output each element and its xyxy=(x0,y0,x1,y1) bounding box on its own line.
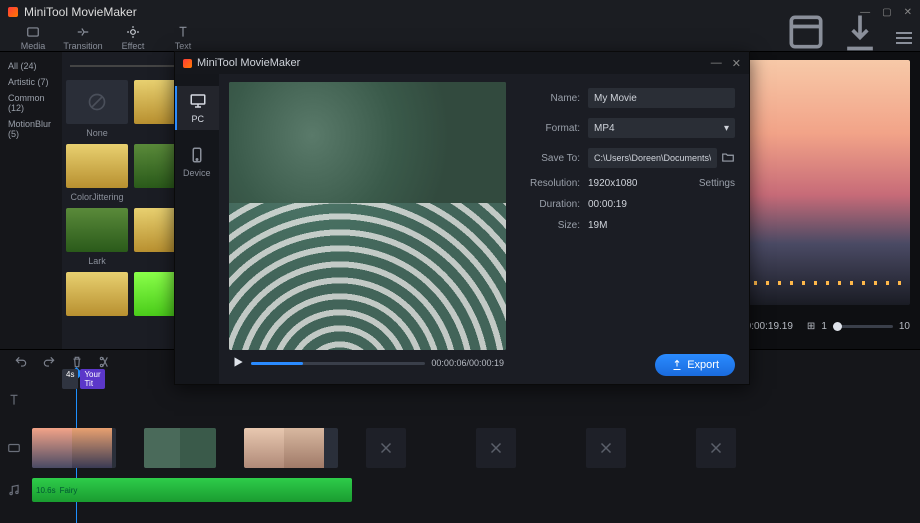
cat-motionblur[interactable]: MotionBlur (5) xyxy=(4,116,58,142)
effect-lark[interactable]: Lark xyxy=(66,208,128,266)
effect-cj-label: ColorJittering xyxy=(70,192,123,202)
effect-tab[interactable]: Effect xyxy=(108,25,158,51)
main-toolbar: Media Transition Effect Text Template Ex… xyxy=(0,24,920,52)
transport-time: 00:00:06/00:00:19 xyxy=(431,358,504,368)
name-input[interactable] xyxy=(588,88,735,108)
progress-bar[interactable] xyxy=(251,362,426,365)
name-label: Name: xyxy=(530,93,588,104)
format-value: MP4 xyxy=(594,123,615,134)
upload-icon xyxy=(671,359,683,371)
menu-button[interactable] xyxy=(896,32,912,44)
template-icon xyxy=(784,10,828,54)
chevron-down-icon: ▾ xyxy=(724,123,729,134)
effect-none[interactable]: None xyxy=(66,80,128,138)
split-button[interactable] xyxy=(98,355,112,369)
redo-button[interactable] xyxy=(42,355,56,369)
dialog-close-button[interactable]: ✕ xyxy=(732,57,741,70)
dialog-title: MiniTool MovieMaker xyxy=(197,57,300,69)
format-select[interactable]: MP4 ▾ xyxy=(588,118,735,138)
app-logo-icon xyxy=(8,7,18,17)
media-icon xyxy=(26,25,40,39)
media-tab[interactable]: Media xyxy=(8,25,58,51)
transition-slot-1[interactable] xyxy=(366,428,406,468)
pc-icon xyxy=(189,92,207,110)
dialog-title-bar: MiniTool MovieMaker — ✕ xyxy=(175,52,749,74)
text-tab[interactable]: Text xyxy=(158,25,208,51)
dialog-minimize-button[interactable]: — xyxy=(711,57,722,70)
text-track-icon xyxy=(7,393,21,407)
text-clip-label: Your Tit xyxy=(80,369,104,389)
transition-icon xyxy=(76,25,90,39)
effect-icon xyxy=(126,25,140,39)
media-label: Media xyxy=(21,41,46,51)
audio-time: 10.6s xyxy=(36,486,56,495)
app-title: MiniTool MovieMaker xyxy=(24,5,137,19)
none-icon xyxy=(87,92,107,112)
saveto-label: Save To: xyxy=(530,153,588,164)
video-clip-1[interactable] xyxy=(32,428,116,468)
audio-name: Fairy xyxy=(60,486,78,495)
size-label: Size: xyxy=(530,220,588,231)
text-label: Text xyxy=(175,41,192,51)
dest-device-label: Device xyxy=(183,168,211,178)
folder-icon xyxy=(721,150,735,164)
video-clip-3[interactable] xyxy=(244,428,338,468)
resolution-label: Resolution: xyxy=(530,178,588,189)
export-preview: 00:00:06/00:00:19 xyxy=(219,74,516,384)
text-icon xyxy=(176,25,190,39)
browse-folder-button[interactable] xyxy=(721,150,735,167)
delete-button[interactable] xyxy=(70,355,84,369)
effect-thumb-7[interactable] xyxy=(66,272,128,316)
title-bar: MiniTool MovieMaker — ▢ ✕ xyxy=(0,0,920,24)
export-icon xyxy=(838,10,882,54)
zoom-max: 10 xyxy=(899,321,910,332)
video-track-icon xyxy=(7,441,21,455)
transition-slot-4[interactable] xyxy=(696,428,736,468)
transition-slot-2[interactable] xyxy=(476,428,516,468)
duration-label: Duration: xyxy=(530,199,588,210)
dest-pc[interactable]: PC xyxy=(175,86,219,130)
transition-slot-3[interactable] xyxy=(586,428,626,468)
timeline[interactable]: 4s Your Tit xyxy=(0,373,920,523)
device-icon xyxy=(188,146,206,164)
effect-none-label: None xyxy=(86,128,108,138)
settings-button[interactable]: Settings xyxy=(699,178,735,189)
play-icon xyxy=(231,355,245,369)
zoom-min: 1 xyxy=(821,321,827,332)
transition-label: Transition xyxy=(63,41,102,51)
effect-lark-label: Lark xyxy=(88,256,106,266)
cat-artistic[interactable]: Artistic (7) xyxy=(4,74,58,90)
text-clip-tag[interactable]: 4s Your Tit xyxy=(62,369,105,389)
export-button[interactable]: Export xyxy=(655,354,735,376)
cat-common[interactable]: Common (12) xyxy=(4,90,58,116)
saveto-input[interactable] xyxy=(588,148,717,168)
effect-colorjittering[interactable]: ColorJittering xyxy=(66,144,128,202)
effect-category-sidebar: All (24) Artistic (7) Common (12) Motion… xyxy=(0,52,62,349)
cat-all[interactable]: All (24) xyxy=(4,58,58,74)
transition-tab[interactable]: Transition xyxy=(58,25,108,51)
destination-sidebar: PC Device xyxy=(175,74,219,384)
export-dialog: MiniTool MovieMaker — ✕ PC Device xyxy=(174,51,750,385)
effect-label: Effect xyxy=(122,41,145,51)
export-form: Name: Format: MP4 ▾ Save To: Resolution: xyxy=(516,74,749,384)
fit-icon[interactable]: ⊞ xyxy=(807,321,815,332)
export-preview-canvas[interactable] xyxy=(229,82,506,350)
dest-pc-label: PC xyxy=(192,114,205,124)
audio-track-icon xyxy=(7,483,21,497)
format-label: Format: xyxy=(530,123,588,134)
dest-device[interactable]: Device xyxy=(175,140,219,184)
zoom-slider[interactable] xyxy=(833,325,893,328)
text-clip-time: 4s xyxy=(62,369,78,389)
duration-value: 00:00:19 xyxy=(588,199,627,210)
size-value: 19M xyxy=(588,220,607,231)
video-clip-2[interactable] xyxy=(144,428,216,468)
audio-clip[interactable]: 10.6s Fairy xyxy=(32,478,352,502)
export-button-label: Export xyxy=(687,359,719,371)
resolution-value: 1920x1080 xyxy=(588,178,638,189)
dialog-logo-icon xyxy=(183,59,192,68)
play-button[interactable] xyxy=(231,355,245,372)
undo-button[interactable] xyxy=(14,355,28,369)
